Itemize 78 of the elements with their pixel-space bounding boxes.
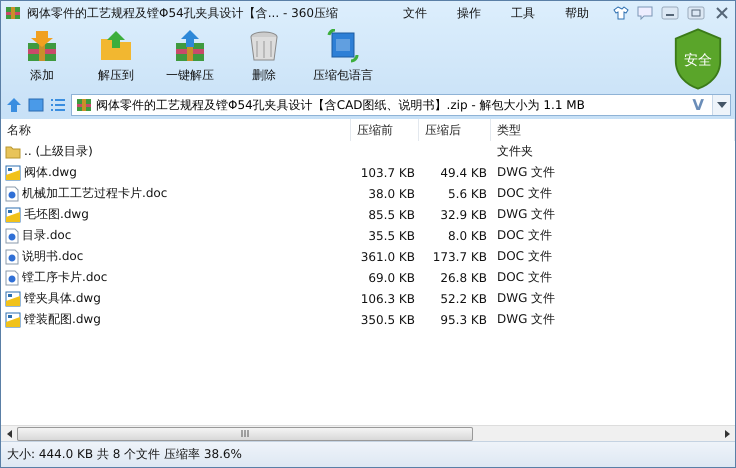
file-name[interactable]: 镗装配图.dwg (24, 311, 101, 328)
drawing-file-icon (5, 206, 21, 222)
document-icon (5, 186, 19, 202)
status-text: 大小: 444.0 KB 共 8 个文件 压缩率 38.6% (7, 446, 242, 463)
compressed-size: 26.8 KB (439, 270, 488, 284)
file-type: DOC 文件 (496, 269, 553, 286)
caret-icon (716, 102, 726, 108)
drawing-file-icon (5, 312, 21, 328)
address-path: 阀体零件的工艺规程及镗Φ54孔夹具设计【含CAD图纸、说明书】.zip - 解包大小为 1.1 MB (96, 96, 586, 114)
toolbar-button[interactable]: 删除 (231, 29, 297, 84)
file-type: DWG 文件 (496, 290, 556, 307)
minimize-icon[interactable] (661, 6, 679, 20)
file-type: DWG 文件 (496, 164, 556, 181)
compressed-size: 32.9 KB (439, 208, 488, 222)
compressed-size: 52.2 KB (439, 292, 488, 306)
archive-icon (76, 97, 92, 113)
file-type: DOC 文件 (496, 185, 553, 202)
toolbar-button[interactable]: 压缩包语言 (305, 29, 381, 84)
original-size: 350.5 KB (360, 312, 416, 326)
file-type: DWG 文件 (496, 311, 556, 328)
menu-item[interactable]: 操作 (457, 4, 481, 22)
file-name[interactable]: 镗工序卡片.doc (22, 269, 108, 286)
document-icon (5, 228, 19, 244)
app-icon (5, 5, 21, 21)
compressed-size: 95.3 KB (439, 312, 488, 326)
original-size: 38.0 KB (367, 186, 416, 200)
original-size: 361.0 KB (360, 250, 416, 264)
document-icon (5, 248, 19, 264)
original-size: 106.3 KB (360, 292, 416, 306)
menu-item[interactable]: 帮助 (565, 4, 589, 22)
code-page-icon (326, 29, 360, 63)
toolbar-button[interactable]: 一键解压 (157, 29, 223, 84)
drawing-file-icon (5, 164, 21, 180)
drawing-file-icon (5, 290, 21, 306)
menu-item[interactable]: 文件 (403, 4, 427, 22)
file-name[interactable]: 毛坯图.dwg (24, 206, 89, 223)
dropdown-button[interactable] (712, 95, 730, 115)
large-icons-view-icon[interactable] (27, 96, 45, 114)
shirt-icon[interactable] (613, 6, 629, 20)
up-arrow-icon[interactable] (5, 96, 23, 114)
compressed-size: 8.0 KB (447, 228, 488, 242)
original-size: 69.0 KB (367, 270, 416, 284)
toolbar-button[interactable]: 添加 (9, 29, 75, 84)
left-arrow-icon (6, 430, 12, 438)
address-field[interactable]: 阀体零件的工艺规程及镗Φ54孔夹具设计【含CAD图纸、说明书】.zip - 解包大小为 1.1 MB V (71, 94, 731, 116)
column-header[interactable]: 压缩后 (419, 119, 491, 141)
maximize-icon[interactable] (687, 6, 705, 20)
window-title: 阀体零件的工艺规程及镗Φ54孔夹具设计【含... - 360压缩 (27, 4, 340, 22)
file-name[interactable]: 机械加工工艺过程卡片.doc (22, 185, 168, 202)
document-icon (5, 270, 19, 286)
file-name[interactable]: .. (上级目录) (24, 143, 93, 160)
file-name[interactable]: 目录.doc (22, 227, 72, 244)
original-size: 103.7 KB (360, 166, 416, 180)
file-name[interactable]: 阀体.dwg (24, 164, 77, 181)
right-arrow-icon (724, 430, 730, 438)
file-type: DOC 文件 (496, 248, 553, 265)
scrollbar-thumb[interactable] (17, 426, 474, 440)
column-header[interactable]: 名称 (1, 119, 351, 141)
archive-up-icon (173, 29, 207, 63)
column-header[interactable]: 压缩前 (351, 119, 419, 141)
folder-icon (5, 144, 21, 160)
file-name[interactable]: 说明书.doc (22, 248, 84, 265)
folder-up-icon (99, 29, 133, 63)
compressed-size: 49.4 KB (439, 166, 488, 180)
file-type: DOC 文件 (496, 227, 553, 244)
compressed-size: 5.6 KB (447, 186, 488, 200)
compressed-size: 173.7 KB (432, 250, 488, 264)
column-header[interactable]: 类型 (491, 119, 735, 141)
file-name[interactable]: 镗夹具体.dwg (24, 290, 101, 307)
archive-add-icon (25, 29, 59, 63)
feedback-icon[interactable] (637, 6, 653, 20)
file-type: DWG 文件 (496, 206, 556, 223)
original-size: 85.5 KB (367, 208, 416, 222)
list-view-icon[interactable] (49, 96, 67, 114)
original-size: 35.5 KB (367, 228, 416, 242)
file-type: 文件夹 (496, 143, 534, 160)
menu-item[interactable]: 工具 (511, 4, 535, 22)
toolbar-button[interactable]: 解压到 (83, 29, 149, 84)
